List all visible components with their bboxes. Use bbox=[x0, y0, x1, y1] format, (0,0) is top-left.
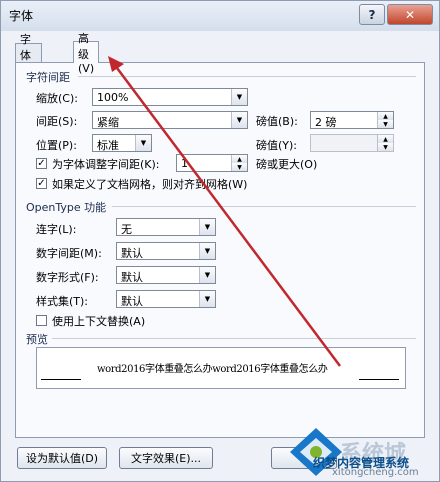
watermark-site-en: xitongcheng.com bbox=[332, 467, 419, 478]
annotation-arrow-head bbox=[108, 56, 124, 72]
tab-advanced[interactable]: 高级(V) bbox=[73, 32, 100, 75]
annotation-arrow bbox=[108, 56, 342, 367]
annotation-arrow-line bbox=[112, 63, 342, 367]
